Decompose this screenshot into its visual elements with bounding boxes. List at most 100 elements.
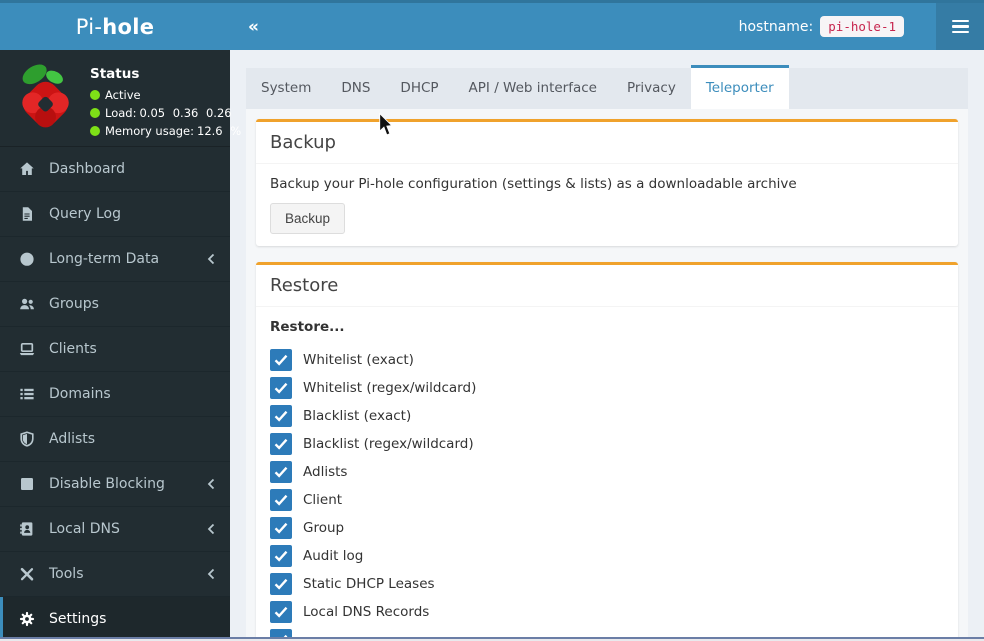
chevron-left-icon [206, 568, 216, 580]
sidebar-item-dashboard[interactable]: Dashboard [0, 147, 230, 192]
checkbox-checked-icon[interactable] [270, 601, 292, 623]
checkbox-checked-icon[interactable] [270, 377, 292, 399]
sidebar-item-local-dns[interactable]: Local DNS [0, 507, 230, 552]
backup-box: Backup Backup your Pi-hole configuration… [256, 119, 958, 246]
sidebar-menu: Dashboard Query Log Long-term Data Group… [0, 146, 230, 641]
chevron-left-icon [206, 253, 216, 265]
restore-option-row: Adlists [270, 458, 944, 486]
status-green-dot-icon [90, 108, 100, 118]
status-load-value: 0.05 0.36 0.26 [139, 106, 232, 120]
checkbox-checked-icon[interactable] [270, 433, 292, 455]
status-line-load: Load: 0.05 0.36 0.26 [90, 106, 232, 120]
restore-option-label[interactable]: Blacklist (regex/wildcard) [303, 436, 474, 452]
window-bottom-edge [0, 637, 984, 641]
status-line-active: Active [90, 88, 224, 102]
tab-dhcp[interactable]: DHCP [385, 68, 453, 109]
brand-bold: hole [102, 14, 155, 39]
sidebar-item-label: Query Log [49, 206, 122, 222]
restore-option-label[interactable]: Whitelist (exact) [303, 352, 414, 368]
sidebar-item-label: Long-term Data [49, 251, 160, 267]
laptop-icon [19, 341, 36, 357]
status-load-label: Load: [105, 106, 137, 120]
tab-system[interactable]: System [246, 68, 326, 109]
backup-description: Backup your Pi-hole configuration (setti… [270, 176, 797, 192]
restore-option-label[interactable]: Client [303, 492, 342, 508]
restore-option-label[interactable]: Adlists [303, 464, 347, 480]
status-memory-value: 12.6 % [197, 124, 242, 138]
settings-tabs-container: System DNS DHCP API / Web interface Priv… [246, 65, 968, 641]
sidebar-item-long-term-data[interactable]: Long-term Data [0, 237, 230, 282]
status-memory-label: Memory usage: [105, 124, 195, 138]
brand-logo[interactable]: Pi-hole [0, 3, 230, 50]
restore-box: Restore Restore... Whitelist (exact) Whi… [256, 262, 958, 641]
chevron-left-icon [206, 523, 216, 535]
status-green-dot-icon [90, 90, 100, 100]
status-active-label: Active [105, 88, 141, 102]
restore-option-row: Static DHCP Leases [270, 570, 944, 598]
stop-icon [19, 476, 36, 492]
restore-option-row: Whitelist (exact) [270, 346, 944, 374]
restore-option-label[interactable]: Group [303, 520, 344, 536]
checkbox-checked-icon[interactable] [270, 461, 292, 483]
restore-option-row: Client [270, 486, 944, 514]
sidebar-item-query-log[interactable]: Query Log [0, 192, 230, 237]
restore-option-row: Group [270, 514, 944, 542]
checkbox-checked-icon[interactable] [270, 349, 292, 371]
list-icon [19, 386, 36, 402]
hamburger-menu-icon[interactable] [936, 3, 984, 50]
mouse-cursor [379, 113, 393, 136]
restore-option-row: Whitelist (regex/wildcard) [270, 374, 944, 402]
sidebar-item-clients[interactable]: Clients [0, 327, 230, 372]
sidebar-item-tools[interactable]: Tools [0, 552, 230, 597]
restore-option-label[interactable]: Audit log [303, 548, 363, 564]
sidebar-item-label: Tools [49, 566, 84, 582]
tab-privacy[interactable]: Privacy [612, 68, 691, 109]
sidebar-item-groups[interactable]: Groups [0, 282, 230, 327]
checkbox-checked-icon[interactable] [270, 573, 292, 595]
sidebar-item-adlists[interactable]: Adlists [0, 417, 230, 462]
status-green-dot-icon [90, 126, 100, 136]
checkbox-checked-icon[interactable] [270, 517, 292, 539]
tab-api-web-interface[interactable]: API / Web interface [454, 68, 612, 109]
address-book-icon [19, 521, 36, 537]
tab-bar: System DNS DHCP API / Web interface Priv… [246, 65, 968, 109]
tools-icon [19, 566, 36, 582]
backup-box-body: Backup your Pi-hole configuration (setti… [256, 164, 958, 246]
sidebar-item-label: Groups [49, 296, 99, 312]
history-icon [19, 251, 36, 267]
restore-box-body: Restore... Whitelist (exact) Whitelist (… [256, 307, 958, 641]
checkbox-checked-icon[interactable] [270, 405, 292, 427]
sidebar-item-label: Local DNS [49, 521, 120, 537]
restore-option-row: Blacklist (regex/wildcard) [270, 430, 944, 458]
status-panel: Status Active Load: 0.05 0.36 0.26 Memor… [0, 50, 241, 146]
status-title: Status [90, 66, 140, 82]
sidebar-item-label: Domains [49, 386, 111, 402]
restore-option-label[interactable]: Static DHCP Leases [303, 576, 435, 592]
backup-box-title: Backup [256, 122, 958, 164]
navbar-right: hostname: pi-hole-1 [739, 3, 984, 50]
pihole-raspberry-logo [22, 64, 69, 128]
gear-icon [19, 611, 36, 627]
restore-option-label[interactable]: Blacklist (exact) [303, 408, 411, 424]
sidebar-collapse-icon[interactable]: « [230, 3, 277, 50]
restore-box-title: Restore [256, 265, 958, 307]
navbar: « hostname: pi-hole-1 [230, 3, 984, 50]
restore-option-row: Audit log [270, 542, 944, 570]
tab-teleporter[interactable]: Teleporter [690, 65, 789, 109]
sidebar-item-disable-blocking[interactable]: Disable Blocking [0, 462, 230, 507]
restore-option-row: Local DNS Records [270, 598, 944, 626]
sidebar-item-domains[interactable]: Domains [0, 372, 230, 417]
sidebar: Status Active Load: 0.05 0.36 0.26 Memor… [0, 50, 241, 641]
status-info: Status Active Load: 0.05 0.36 0.26 Memor… [90, 58, 241, 140]
brand-pre: Pi- [75, 14, 103, 39]
restore-option-label[interactable]: Whitelist (regex/wildcard) [303, 380, 476, 396]
restore-option-label[interactable]: Local DNS Records [303, 604, 429, 620]
tab-dns[interactable]: DNS [326, 68, 385, 109]
hostname-badge: pi-hole-1 [820, 16, 904, 37]
checkbox-checked-icon[interactable] [270, 545, 292, 567]
chevron-left-icon [206, 478, 216, 490]
backup-button[interactable]: Backup [270, 203, 346, 234]
checkbox-checked-icon[interactable] [270, 489, 292, 511]
sidebar-item-settings[interactable]: Settings [0, 597, 230, 641]
sidebar-item-label: Settings [49, 611, 107, 627]
